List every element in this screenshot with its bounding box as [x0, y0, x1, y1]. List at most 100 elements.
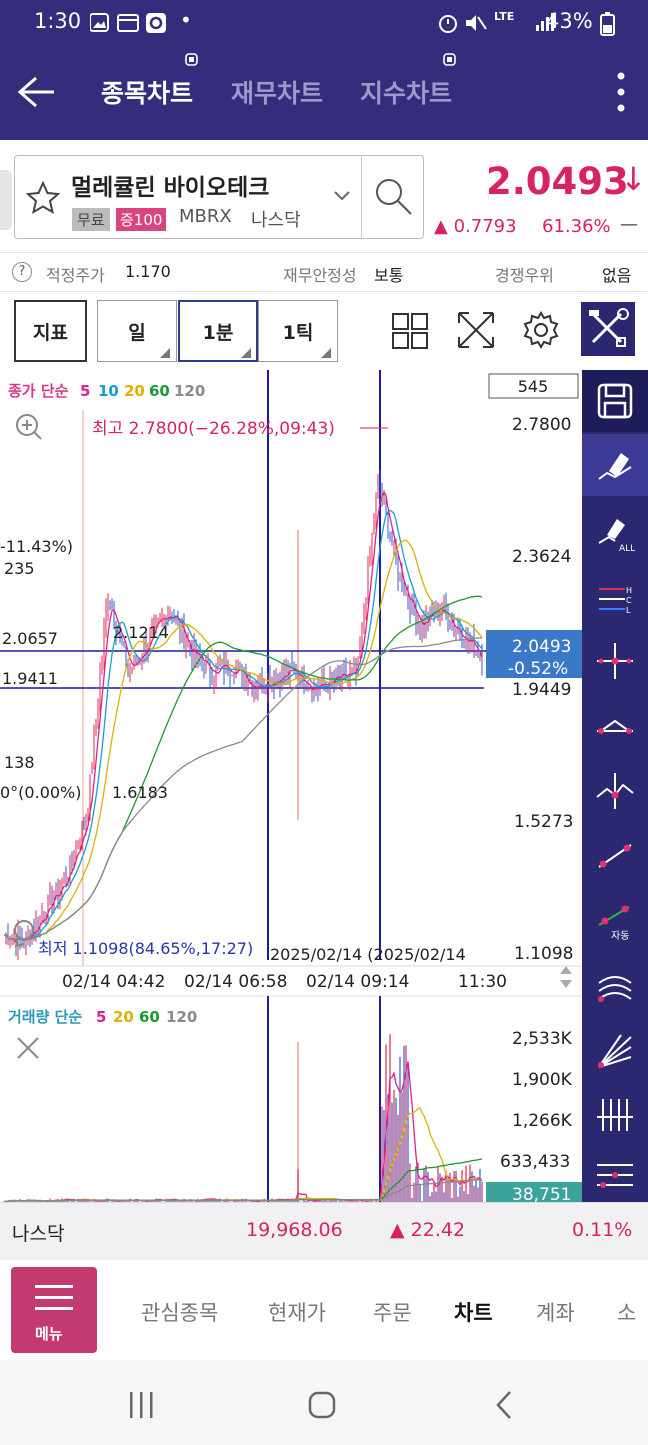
financial-stability-value: 보통 [374, 266, 404, 285]
status-time: 1:30 [34, 9, 82, 33]
time-label: 02/14 04:42 [62, 972, 165, 992]
left-label: 235 [4, 559, 35, 578]
competitive-advantage-value: 없음 [602, 266, 632, 285]
help-icon[interactable]: ? [12, 262, 32, 282]
status-dot: • [180, 8, 192, 32]
current-price: 2.0493 [486, 160, 629, 203]
nav-more-partial[interactable]: 소 [617, 1297, 636, 1327]
fibonacci-arc-icon [598, 976, 632, 1002]
volume-bars [3, 1034, 483, 1202]
channel-icon [597, 1164, 633, 1188]
price-chart[interactable]: 종가 단순 5 10 20 60 120 545 2.7800 2.3624 1… [0, 370, 582, 1202]
trendline-tool[interactable] [582, 824, 648, 886]
more-menu-icon[interactable] [614, 70, 628, 114]
nav-chart[interactable]: 차트 [454, 1297, 493, 1327]
battery-percent: 43% [546, 9, 593, 33]
dropdown-corner-icon [160, 348, 170, 358]
hcl-line-tool[interactable]: HCL [582, 566, 648, 628]
menu-button[interactable]: 메뉴 [11, 1267, 97, 1353]
stock-header: 멀레큘린 바이오테크 무료 증100 MBRX 나스닥 2.0493 ↓ ▲ 0… [0, 140, 648, 252]
save-tool[interactable] [582, 370, 648, 432]
svg-text:C: C [626, 596, 632, 605]
status-bar: 1:30 • LTE 43% [0, 0, 648, 46]
moving-averages [3, 490, 483, 944]
index-name: 나스닥 [12, 1223, 65, 1245]
nav-watchlist[interactable]: 관심종목 [141, 1297, 218, 1327]
axis-tick: 2.7800 [512, 415, 571, 435]
back-icon[interactable] [494, 1390, 514, 1420]
stock-selector[interactable]: 멀레큘린 바이오테크 무료 증100 MBRX 나스닥 [14, 155, 424, 239]
vertical-line-tool[interactable] [582, 760, 648, 822]
tab-badge-icon [185, 53, 198, 66]
eraser-tool[interactable] [582, 434, 648, 496]
tab-finance-chart[interactable]: 재무차트 [231, 74, 323, 110]
trend-peak-tool[interactable] [582, 696, 648, 758]
drawing-tools-button[interactable] [581, 302, 635, 356]
hamburger-icon [35, 1285, 73, 1310]
zoom-icon[interactable] [16, 414, 42, 440]
search-icon[interactable] [373, 176, 415, 218]
index-ticker-bar[interactable]: 나스닥 19,968.06 ▲ 22.42 0.11% [0, 1202, 648, 1260]
left-label: 1.9411 [2, 669, 58, 688]
low-label: 최저 1.1098(84.65%,17:27) [38, 939, 253, 958]
vol-ma-20-label: 20 [113, 1008, 134, 1026]
close-pane-icon[interactable] [17, 1037, 39, 1059]
nav-order[interactable]: 주문 [373, 1297, 412, 1327]
vol-ma-60-label: 60 [139, 1008, 160, 1026]
fan-tool[interactable] [582, 1020, 648, 1082]
stock-market: 나스닥 [251, 210, 301, 231]
settings-gear-icon[interactable] [521, 310, 561, 350]
volume-axis-tick: 633,433 [500, 1152, 570, 1172]
nav-current-price[interactable]: 현재가 [268, 1297, 326, 1327]
grid-layout-icon[interactable] [391, 312, 429, 350]
period-line-tool[interactable] [582, 1084, 648, 1146]
fullscreen-icon[interactable] [456, 310, 496, 350]
favorite-star-icon[interactable] [25, 180, 61, 216]
index-change-pct: 0.11% [572, 1219, 633, 1241]
nav-account[interactable]: 계좌 [536, 1297, 575, 1327]
ma-20-label: 20 [124, 382, 145, 400]
back-arrow-icon[interactable] [16, 74, 56, 110]
change-tail: — [620, 214, 638, 235]
system-navigation-bar [0, 1360, 648, 1445]
battery-icon [600, 12, 615, 36]
channel-tool[interactable] [582, 1146, 648, 1208]
current-price-tag-pct: -0.52% [508, 659, 568, 679]
recent-apps-icon[interactable] [128, 1390, 156, 1420]
chart-canvas[interactable]: 종가 단순 5 10 20 60 120 545 2.7800 2.3624 1… [0, 370, 582, 1202]
tag-margin: 증100 [116, 208, 167, 231]
trendline-icon [598, 844, 632, 868]
axis-tick: 2.3624 [512, 547, 571, 567]
count-box-value: 545 [518, 377, 549, 396]
high-label: 최고 2.7800(−26.28%,09:43) [92, 419, 335, 439]
fair-price-value: 1.170 [125, 262, 171, 281]
tab-stock-chart[interactable]: 종목차트 [101, 74, 193, 110]
home-icon[interactable] [307, 1390, 337, 1420]
time-label: 02/14 06:58 [184, 972, 287, 992]
svg-text:H: H [626, 586, 632, 595]
eraser-icon [598, 453, 632, 480]
dropdown-corner-icon [321, 348, 331, 358]
indicator-button[interactable]: 지표 [14, 300, 87, 362]
erase-all-tool[interactable]: ALL [582, 502, 648, 564]
volume-axis-tick: 2,533K [512, 1029, 573, 1049]
chevron-down-icon[interactable] [333, 190, 351, 202]
tag-free: 무료 [72, 208, 110, 231]
crosshair-tool[interactable] [582, 630, 648, 692]
side-drawer-handle[interactable] [0, 170, 12, 230]
app-bar: 종목차트 재무차트 지수차트 [0, 46, 648, 140]
volume-legend-prefix: 거래량 단순 [8, 1008, 82, 1026]
auto-trend-icon: 자동 [598, 905, 630, 941]
auto-trend-tool[interactable]: 자동 [582, 890, 648, 952]
period-day-label: 일 [128, 321, 146, 344]
tab-index-chart[interactable]: 지수차트 [360, 74, 452, 110]
arc-tool[interactable] [582, 956, 648, 1018]
period-1tick-label: 1틱 [282, 321, 314, 344]
notification-icons [90, 13, 166, 33]
bottom-navigation: 메뉴 관심종목 현재가 주문 차트 계좌 소 [0, 1260, 648, 1360]
time-label: 11:30 [458, 972, 507, 992]
volume-axis-tick: 1,900K [512, 1070, 573, 1090]
stock-name: 멀레큘린 바이오테크 [71, 175, 270, 201]
volume-axis-tick: 1,266K [512, 1111, 573, 1131]
erase-all-icon: ALL [598, 519, 635, 553]
